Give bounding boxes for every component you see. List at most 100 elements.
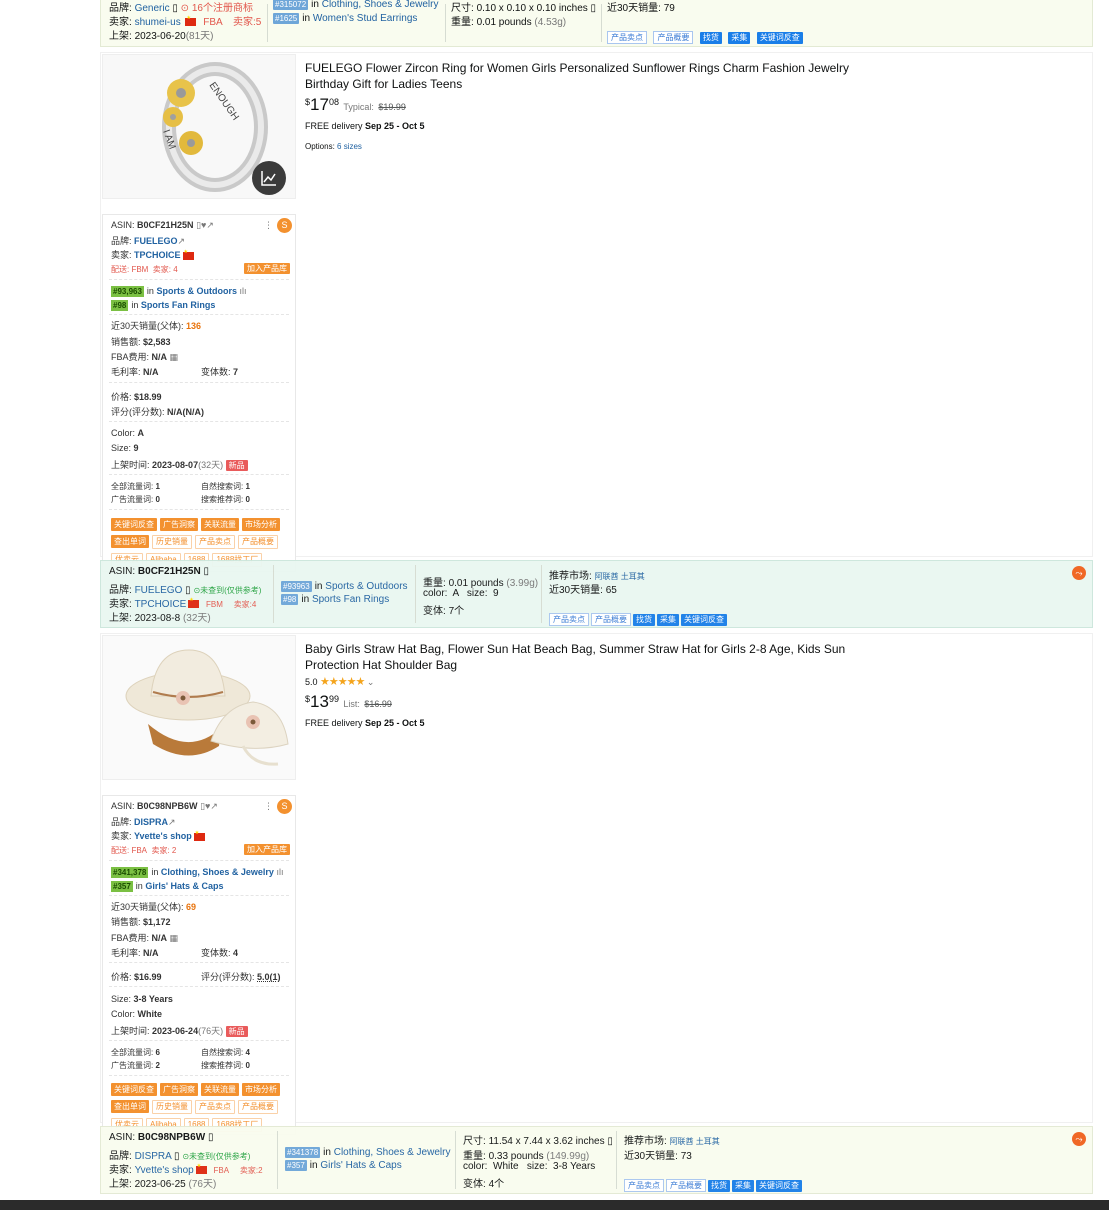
bar-rank-2: #1625 in Women's Stud Earrings xyxy=(273,13,418,24)
bar-rank-1: #315072 in Clothing, Shoes & Jewelry xyxy=(273,0,439,10)
bar-sales-row: 近30天销量: 79 xyxy=(607,3,675,14)
find-goods-button[interactable]: 找货 xyxy=(633,614,655,626)
brand-link[interactable]: DISPRA xyxy=(134,817,168,827)
external-link-icon[interactable]: ↗ xyxy=(168,817,176,827)
history-sales-button[interactable]: 历史销量 xyxy=(152,535,192,549)
chevron-down-icon[interactable]: ⌄ xyxy=(367,677,375,687)
find-goods-button[interactable]: 找货 xyxy=(699,32,722,44)
brand-link[interactable]: FUELEGO xyxy=(134,236,178,246)
trend-chart-button[interactable] xyxy=(252,161,286,195)
tag-selling-points[interactable]: 产品卖点 xyxy=(624,1179,664,1192)
options-info: Options: 6 sizes xyxy=(305,142,362,151)
taskbar xyxy=(0,1200,1109,1210)
keyword-reverse-button[interactable]: 关键词反查 xyxy=(111,1083,157,1096)
bar-listed-row: 上架: 2023-06-20(81天) xyxy=(109,31,214,42)
summary-button[interactable]: 产品概要 xyxy=(238,1100,278,1114)
calculator-icon[interactable]: ▦ xyxy=(170,352,179,362)
find-words-button[interactable]: 查出单词 xyxy=(111,1100,149,1113)
product-info-bar: ASIN: B0CF21H25N ▯ 品牌: FUELEGO ▯ ⊙未查到(仅供… xyxy=(100,560,1093,628)
related-traffic-button[interactable]: 关联流量 xyxy=(201,518,239,531)
china-flag-icon xyxy=(182,249,194,260)
product-analysis-panel: ASIN: B0CF21H25N ▯♥↗ ⋮ S 品牌: FUELEGO↗ 卖家… xyxy=(102,214,296,572)
delivery-info: FREE delivery Sep 25 - Oct 5 xyxy=(305,718,425,728)
external-link-icon[interactable]: ↗ xyxy=(178,236,186,246)
top-product-bar: 品牌: Generic ▯ ⊙ 16个注册商标 卖家: shumei-us FB… xyxy=(100,0,1093,47)
copy-icon[interactable]: ▯ xyxy=(204,566,210,577)
collect-button[interactable]: 采集 xyxy=(732,1180,754,1192)
selling-points-button[interactable]: 产品卖点 xyxy=(195,535,235,549)
product-price: $1399 List: $16.99 xyxy=(305,692,392,711)
tag-summary[interactable]: 产品概要 xyxy=(591,613,631,626)
star-rating-icon: ★★★★★ xyxy=(320,676,365,688)
ad-insight-button[interactable]: 广告洞察 xyxy=(160,518,198,531)
more-menu-icon[interactable]: ⋮ xyxy=(264,801,273,812)
product-title[interactable]: Baby Girls Straw Hat Bag, Flower Sun Hat… xyxy=(305,641,850,673)
keyword-reverse-button[interactable]: 关键词反查 xyxy=(756,32,803,44)
plugin-logo-icon[interactable]: ⤳ xyxy=(1072,1132,1086,1146)
rank-category-link[interactable]: Girls' Hats & Caps xyxy=(320,1160,401,1171)
keyword-reverse-button[interactable]: 关键词反查 xyxy=(756,1180,802,1192)
tag-summary[interactable]: 产品概要 xyxy=(666,1179,706,1192)
collect-button[interactable]: 采集 xyxy=(728,32,751,44)
asin-value[interactable]: B0CF21H25N xyxy=(137,220,194,230)
copy-icon[interactable]: ▯ xyxy=(607,1136,613,1147)
copy-icon[interactable]: ▯ xyxy=(591,3,597,14)
copy-icon[interactable]: ▯ xyxy=(208,1132,214,1143)
rank-category-link[interactable]: Women's Stud Earrings xyxy=(313,13,418,24)
plugin-logo-icon[interactable]: ⤳ xyxy=(1072,566,1086,580)
collect-button[interactable]: 采集 xyxy=(657,614,679,626)
options-link[interactable]: 6 sizes xyxy=(337,142,362,151)
calculator-icon[interactable]: ▦ xyxy=(170,933,179,943)
selling-points-button[interactable]: 产品卖点 xyxy=(195,1100,235,1114)
bar-size-row: 尺寸: 0.10 x 0.10 x 0.10 inches ▯ xyxy=(451,3,597,14)
bar-seller-row: 卖家: shumei-us FBA 卖家:5 xyxy=(109,13,261,28)
asin-value[interactable]: B0C98NPB6W xyxy=(137,801,198,811)
rank-category-link[interactable]: Sports & Outdoors xyxy=(325,581,407,592)
keyword-reverse-button[interactable]: 关键词反查 xyxy=(681,614,727,626)
summary-button[interactable]: 产品概要 xyxy=(238,535,278,549)
product-info-bar: ASIN: B0C98NPB6W ▯ 品牌: DISPRA ▯ ⊙未查到(仅供参… xyxy=(100,1126,1093,1194)
product-rating[interactable]: 5.0 ★★★★★ ⌄ xyxy=(305,675,374,688)
delivery-info: FREE delivery Sep 25 - Oct 5 xyxy=(305,121,425,131)
china-flag-icon xyxy=(193,830,205,841)
rank-category-link[interactable]: Sports Fan Rings xyxy=(141,300,216,310)
tag-selling-points[interactable]: 产品卖点 xyxy=(549,613,589,626)
plugin-logo-icon[interactable]: S xyxy=(277,218,292,233)
related-traffic-button[interactable]: 关联流量 xyxy=(201,1083,239,1096)
bar-chart-icon[interactable]: ılı xyxy=(276,867,283,877)
rank-category-link[interactable]: Sports Fan Rings xyxy=(312,594,389,605)
more-menu-icon[interactable]: ⋮ xyxy=(264,220,273,231)
external-link-icon[interactable]: ↗ xyxy=(210,801,218,811)
ad-insight-button[interactable]: 广告洞察 xyxy=(160,1083,198,1096)
history-sales-button[interactable]: 历史销量 xyxy=(152,1100,192,1114)
product-title[interactable]: FUELEGO Flower Zircon Ring for Women Gir… xyxy=(305,60,850,92)
market-link[interactable]: 阿联酋 土耳其 xyxy=(595,572,645,581)
line-chart-icon xyxy=(261,171,276,186)
keyword-reverse-button[interactable]: 关键词反查 xyxy=(111,518,157,531)
market-analysis-button[interactable]: 市场分析 xyxy=(242,1083,280,1096)
bar-weight-row: 重量: 0.01 pounds (4.53g) xyxy=(451,17,567,28)
add-to-library-button[interactable]: 加入产品库 xyxy=(244,844,290,855)
new-product-badge: 新品 xyxy=(225,1026,248,1037)
product-image[interactable] xyxy=(102,635,296,780)
market-analysis-button[interactable]: 市场分析 xyxy=(242,518,280,531)
china-flag-icon xyxy=(185,15,197,27)
market-link[interactable]: 阿联酋 土耳其 xyxy=(670,1137,720,1146)
tag-selling-points[interactable]: 产品卖点 xyxy=(607,31,647,44)
external-link-icon[interactable]: ↗ xyxy=(206,220,214,230)
add-to-library-button[interactable]: 加入产品库 xyxy=(244,263,290,274)
rank-category-link[interactable]: Girls' Hats & Caps xyxy=(145,881,223,891)
china-flag-icon xyxy=(188,597,200,609)
seller-link[interactable]: TPCHOICE xyxy=(134,250,181,260)
plugin-logo-icon[interactable]: S xyxy=(277,799,292,814)
rank-category-link[interactable]: Clothing, Shoes & Jewelry xyxy=(161,867,274,877)
bar-chart-icon[interactable]: ılı xyxy=(239,286,246,296)
find-goods-button[interactable]: 找货 xyxy=(708,1180,730,1192)
new-product-badge: 新品 xyxy=(225,460,248,471)
rank-category-link[interactable]: Clothing, Shoes & Jewelry xyxy=(334,1147,451,1158)
rank-category-link[interactable]: Sports & Outdoors xyxy=(156,286,237,296)
tag-summary[interactable]: 产品概要 xyxy=(653,31,694,44)
seller-link[interactable]: Yvette's shop xyxy=(134,831,192,841)
rank-category-link[interactable]: Clothing, Shoes & Jewelry xyxy=(322,0,439,10)
find-words-button[interactable]: 查出单词 xyxy=(111,535,149,548)
